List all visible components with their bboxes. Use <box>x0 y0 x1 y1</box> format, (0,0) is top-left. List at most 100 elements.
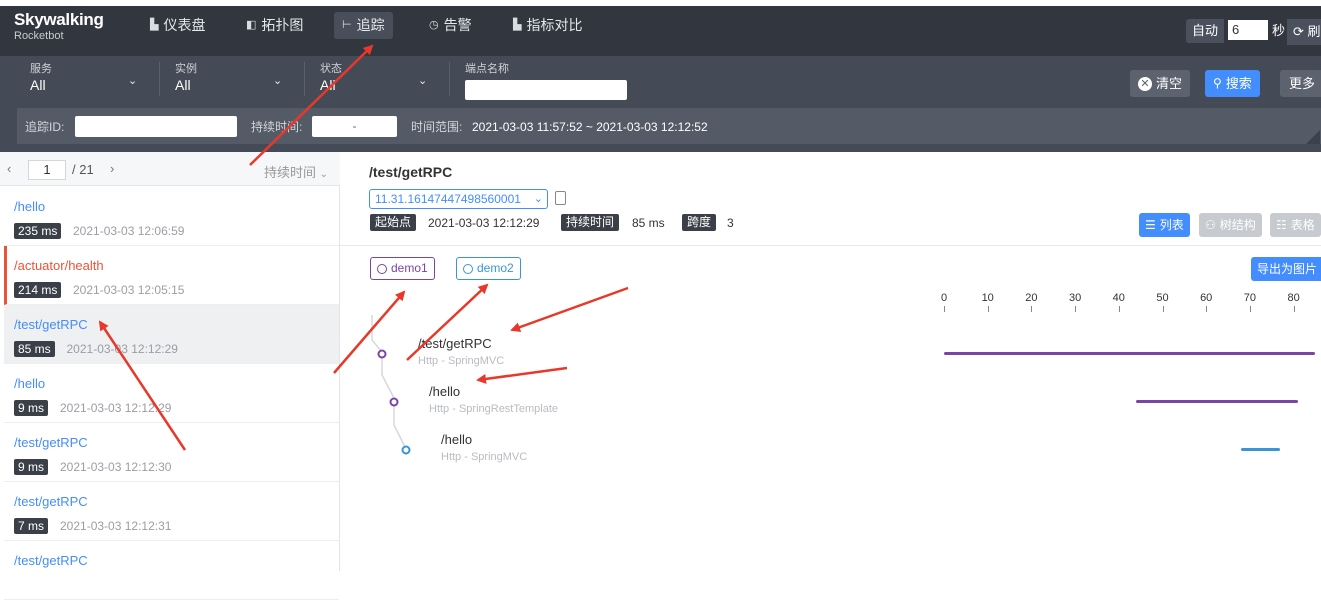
axis-tick-label: 50 <box>1156 292 1169 304</box>
circle-icon <box>377 263 387 274</box>
trace-timestamp: 2021-03-03 12:06:59 <box>73 224 185 238</box>
status-select-value: All <box>320 77 336 93</box>
span-duration-bar[interactable] <box>1241 448 1281 451</box>
tree-connector <box>371 315 383 353</box>
chevron-down-icon: ⌄ <box>128 75 138 87</box>
nav-topology[interactable]: ◧ 拓扑图 <box>238 12 311 39</box>
endpoint-input[interactable] <box>465 80 627 100</box>
service-legend-label: demo2 <box>477 261 514 275</box>
table-view-button[interactable]: ☷ 表格 <box>1270 213 1321 237</box>
duration-badge: 214 ms <box>14 282 62 298</box>
duration-badge: 85 ms <box>14 341 55 357</box>
axis-tick <box>944 306 945 312</box>
time-range-value[interactable]: 2021-03-03 11:57:52 ~ 2021-03-03 12:12:5… <box>472 118 708 136</box>
logo[interactable]: Skywalking Rocketbot <box>14 10 104 42</box>
tree-connector <box>393 405 406 448</box>
trace-endpoint: /test/getRPC <box>14 553 88 568</box>
trace-list-item[interactable]: /test/getRPC 85 ms 2021-03-03 12:12:29 <box>4 305 339 364</box>
logo-subtitle: Rocketbot <box>14 30 64 42</box>
nav-dashboard[interactable]: ▙ 仪表盘 <box>142 12 213 39</box>
divider <box>304 62 305 96</box>
tree-icon: ⚇ <box>1205 218 1216 232</box>
time-range-label: 时间范围: <box>411 120 463 134</box>
refresh-interval-input[interactable]: 6 <box>1228 20 1268 40</box>
trace-list-item[interactable]: /test/getRPC 9 ms 2021-03-03 12:12:30 <box>4 423 339 482</box>
trace-list-item[interactable]: /test/getRPC 7 ms 2021-03-03 12:12:31 <box>4 482 339 541</box>
service-select[interactable]: 服务 All ⌄ <box>30 62 142 98</box>
copy-icon[interactable] <box>555 191 566 205</box>
status-select-label: 状态 <box>320 63 342 75</box>
service-legend-demo2[interactable]: demo2 <box>456 257 521 280</box>
duration-badge: 7 ms <box>14 518 49 534</box>
refresh-icon: ⟳ <box>1293 24 1304 39</box>
trace-list-item[interactable]: /actuator/health 214 ms 2021-03-03 12:05:1… <box>4 246 339 305</box>
chevron-down-icon: ⌄ <box>273 75 283 87</box>
axis-tick <box>1162 306 1164 312</box>
status-select[interactable]: 状态 All ⌄ <box>320 62 432 98</box>
nav-compare[interactable]: ▙ 指标对比 <box>505 12 590 39</box>
auto-refresh-toggle[interactable]: 自动 <box>1186 19 1225 43</box>
axis-tick <box>1075 306 1077 312</box>
span-count-tag: 跨度 <box>682 214 717 231</box>
axis-tick <box>1206 306 1208 312</box>
refresh-button[interactable]: ⟳ 刷 <box>1287 19 1321 45</box>
duration-badge: 235 ms <box>14 223 62 239</box>
trace-endpoint: /actuator/health <box>14 258 104 273</box>
duration-badge: 9 ms <box>14 459 49 475</box>
compare-icon: ▙ <box>513 19 522 31</box>
page-input[interactable]: 1 <box>28 160 66 180</box>
span-duration-bar[interactable] <box>1136 400 1298 403</box>
endpoint-label: 端点名称 <box>465 63 509 75</box>
instance-select[interactable]: 实例 All ⌄ <box>175 62 287 98</box>
trace-endpoint: /test/getRPC <box>14 317 88 332</box>
nav-trace[interactable]: ⊢ 追踪 <box>334 12 393 39</box>
axis-tick <box>1293 306 1295 312</box>
duration-badge: 9 ms <box>14 400 49 416</box>
axis-tick <box>1118 306 1120 312</box>
trace-timestamp: 2021-03-03 12:12:30 <box>60 460 172 474</box>
span-duration-bar[interactable] <box>944 352 1316 355</box>
tree-view-button[interactable]: ⚇ 树结构 <box>1199 213 1262 237</box>
trace-list-item[interactable]: /hello 9 ms 2021-03-03 12:12:29 <box>4 364 339 423</box>
span-node <box>377 349 387 359</box>
axis-tick-label: 10 <box>981 292 994 304</box>
span-endpoint[interactable]: /hello <box>441 432 472 447</box>
axis-tick-label: 20 <box>1025 292 1038 304</box>
table-view-label: 表格 <box>1290 218 1315 232</box>
trace-id-input[interactable] <box>75 116 237 137</box>
start-time-tag: 起始点 <box>370 214 417 231</box>
duration-range-input[interactable]: - <box>312 116 397 137</box>
service-select-value: All <box>30 77 46 93</box>
service-legend-label: demo1 <box>391 261 428 275</box>
axis-tick-label: 0 <box>940 292 948 304</box>
span-component: Http - SpringMVC <box>441 451 528 463</box>
seconds-label: 秒 <box>1272 23 1286 38</box>
service-legend-demo1[interactable]: demo1 <box>370 257 435 280</box>
search-button[interactable]: ⚲ 搜索 <box>1205 70 1260 97</box>
trace-list-item[interactable]: /hello 235 ms 2021-03-03 12:06:59 <box>4 187 339 246</box>
axis-tick-label: 80 <box>1287 292 1300 304</box>
list-view-button[interactable]: ☰ 列表 <box>1139 213 1190 237</box>
nav-topology-label: 拓扑图 <box>261 17 304 33</box>
trace-timestamp: 2021-03-03 12:12:29 <box>60 401 172 415</box>
trace-id-select[interactable]: 11.31.16147447498560001 ⌄ <box>369 189 548 209</box>
nav-alarm[interactable]: ◷ 告警 <box>421 12 480 39</box>
span-endpoint[interactable]: /hello <box>429 384 460 399</box>
span-endpoint[interactable]: /test/getRPC <box>418 336 492 351</box>
duration-label: 持续时间: <box>251 120 303 134</box>
more-button[interactable]: 更多 <box>1280 70 1321 97</box>
axis-tick-label: 40 <box>1112 292 1125 304</box>
trace-endpoint: /test/getRPC <box>14 494 88 509</box>
corner-triangle <box>1306 130 1320 144</box>
clear-button[interactable]: ✕ 清空 <box>1130 70 1191 97</box>
chevron-right-icon[interactable]: › <box>110 161 114 176</box>
sort-select[interactable]: 持续时间 ⌄ <box>264 162 328 181</box>
refresh-label: 刷 <box>1307 24 1321 39</box>
duration-tag: 持续时间 <box>561 214 620 231</box>
chevron-left-icon[interactable]: ‹ <box>7 161 11 176</box>
export-image-button[interactable]: 导出为图片 <box>1251 257 1321 281</box>
page-total: / 21 <box>72 162 94 177</box>
annotation-arrow <box>476 366 568 384</box>
instance-select-label: 实例 <box>175 63 197 75</box>
list-view-label: 列表 <box>1159 218 1184 232</box>
